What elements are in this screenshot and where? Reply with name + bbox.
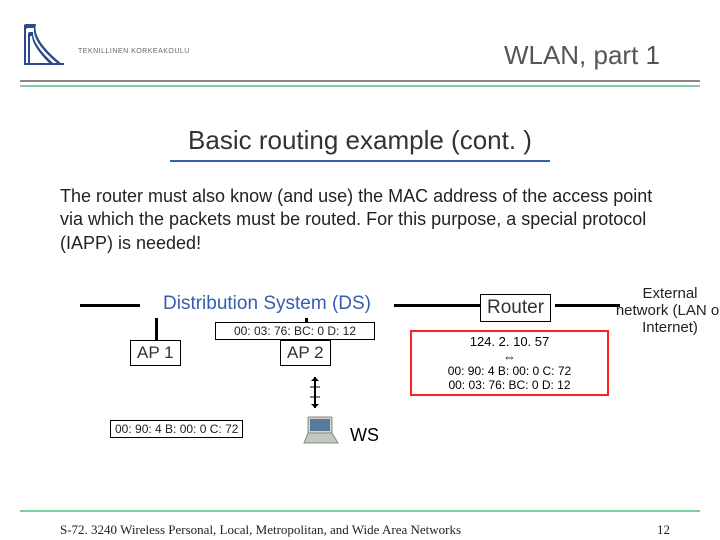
footer-rule	[20, 510, 700, 512]
footer-page-number: 12	[657, 522, 670, 538]
ws-mac-label: 00: 90: 4 B: 00: 0 C: 72	[110, 420, 243, 438]
ws-label: WS	[350, 425, 379, 446]
laptop-icon	[300, 415, 342, 445]
title-underline	[170, 160, 550, 162]
router-node: Router	[480, 294, 551, 322]
router-external-wire	[555, 304, 620, 307]
network-diagram: Distribution System (DS) Router AP 1 AP …	[60, 290, 700, 470]
mapping-mac-ws: 00: 90: 4 B: 00: 0 C: 72	[412, 364, 607, 378]
header-rule-green	[20, 85, 700, 87]
ap2-node: AP 2	[280, 340, 331, 366]
header-title: WLAN, part 1	[504, 40, 660, 71]
ds-label: Distribution System (DS)	[140, 290, 394, 318]
logo-mark-icon	[20, 20, 68, 68]
slide-paragraph: The router must also know (and use) the …	[60, 185, 660, 255]
mapping-mac-ap2: 00: 03: 76: BC: 0 D: 12	[412, 378, 607, 392]
footer-course: S-72. 3240 Wireless Personal, Local, Met…	[60, 522, 461, 538]
ap2-mac-label: 00: 03: 76: BC: 0 D: 12	[215, 322, 375, 340]
external-network-label: External network (LAN or Internet)	[615, 285, 720, 336]
slide-title: Basic routing example (cont. )	[0, 125, 720, 156]
slide-header: TEKNILLINEN KORKEAKOULU WLAN, part 1	[0, 0, 720, 90]
university-logo: TEKNILLINEN KORKEAKOULU	[20, 20, 220, 70]
header-rule-gray	[20, 80, 700, 82]
wireless-signal-icon	[305, 375, 325, 410]
routing-table-highlight: 124. 2. 10. 57 ⇔ 00: 90: 4 B: 00: 0 C: 7…	[410, 330, 609, 396]
router-ip: 124. 2. 10. 57	[412, 334, 607, 349]
maps-to-icon: ⇔	[412, 349, 607, 364]
logo-text: TEKNILLINEN KORKEAKOULU	[78, 48, 190, 55]
ap1-node: AP 1	[130, 340, 181, 366]
